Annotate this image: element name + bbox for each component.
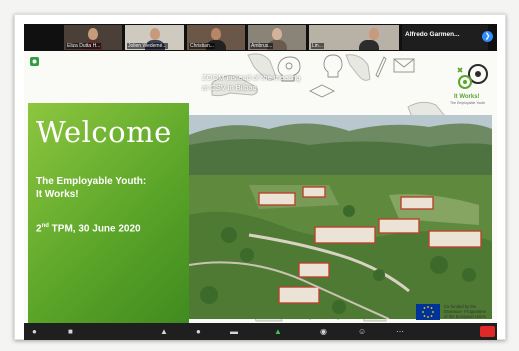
participant-face xyxy=(272,28,282,40)
welcome-panel: Welcome The Employable Youth: It Works! … xyxy=(28,103,189,323)
chat-icon[interactable]: ▬ xyxy=(230,327,238,336)
participant-name: Jolien Wedemé... xyxy=(127,43,168,49)
photo-caption-line-1: ZOOM instead of the meeting xyxy=(202,73,301,82)
aerial-photo-image xyxy=(189,115,492,319)
participant-name: Lin... xyxy=(311,43,324,49)
reactions-icon[interactable]: ☺ xyxy=(358,327,366,336)
eu-flag-icon xyxy=(416,304,440,320)
participant-face xyxy=(369,28,379,40)
participant-tile[interactable]: Lin... xyxy=(309,25,399,50)
participant-face xyxy=(211,28,221,40)
more-icon[interactable]: ⋯ xyxy=(396,327,404,336)
participant-body xyxy=(359,40,379,50)
participant-name: Eliza Dutta H... xyxy=(66,43,102,49)
participant-gallery: Eliza Dutta H... Jolien Wedemé... Christ… xyxy=(24,24,497,51)
participant-tile[interactable]: Ambrus... xyxy=(248,25,306,50)
record-icon[interactable]: ◉ xyxy=(320,327,327,336)
active-speaker-tile[interactable]: Alfredo Garmen... xyxy=(402,25,488,50)
microphone-icon[interactable]: ● xyxy=(32,327,37,336)
aerial-photo xyxy=(189,115,492,319)
participant-face xyxy=(88,28,98,40)
logo-subtitle: The Employable Youth xyxy=(450,101,486,105)
photo-caption-line-2: at CSV in Bilbao xyxy=(202,82,257,92)
project-subtitle: The Employable Youth: It Works! xyxy=(36,176,146,201)
participant-name: Ambrus... xyxy=(250,43,274,49)
share-screen-icon[interactable]: ▲ xyxy=(274,327,282,336)
security-icon[interactable]: ▲ xyxy=(160,327,168,336)
tpm-suffix: nd xyxy=(41,223,49,229)
eu-funding-text: Co-funded by the Erasmus+ Programme of t… xyxy=(444,304,486,319)
participant-name: Christian... xyxy=(189,43,215,49)
participants-icon[interactable]: ● xyxy=(196,327,201,336)
participant-face xyxy=(149,28,160,40)
it-works-logo-icon xyxy=(457,64,488,89)
shared-slide: Welcome The Employable Youth: It Works! … xyxy=(24,51,497,323)
participant-tile[interactable]: Christian... xyxy=(187,25,245,50)
participant-tile[interactable]: Eliza Dutta H... xyxy=(64,25,122,50)
participant-tile[interactable]: Jolien Wedemé... xyxy=(125,25,184,50)
eu-line-3: of the European Union xyxy=(444,314,486,319)
meeting-toolbar: ● ■ ▲ ● ▬ ▲ ◉ ☺ ⋯ xyxy=(24,323,497,340)
subtitle-line-1: The Employable Youth: xyxy=(36,176,147,187)
video-icon[interactable]: ■ xyxy=(68,327,73,336)
photo-caption: ZOOM instead of the meeting at CSV in Bi… xyxy=(202,73,300,92)
tpm-rest: TPM, 30 June 2020 xyxy=(48,223,141,235)
subtitle-line-2: It Works! xyxy=(36,188,79,200)
zoom-window: Eliza Dutta H... Jolien Wedemé... Christ… xyxy=(24,24,497,340)
end-icon[interactable] xyxy=(480,326,495,337)
active-speaker-name: Alfredo Garmen... xyxy=(405,31,460,38)
meeting-date: 2nd TPM, 30 June 2020 xyxy=(36,223,141,234)
welcome-heading: Welcome xyxy=(36,115,172,149)
logo-title: It Works! xyxy=(454,94,480,100)
next-page-icon[interactable]: ❯ xyxy=(482,31,493,42)
